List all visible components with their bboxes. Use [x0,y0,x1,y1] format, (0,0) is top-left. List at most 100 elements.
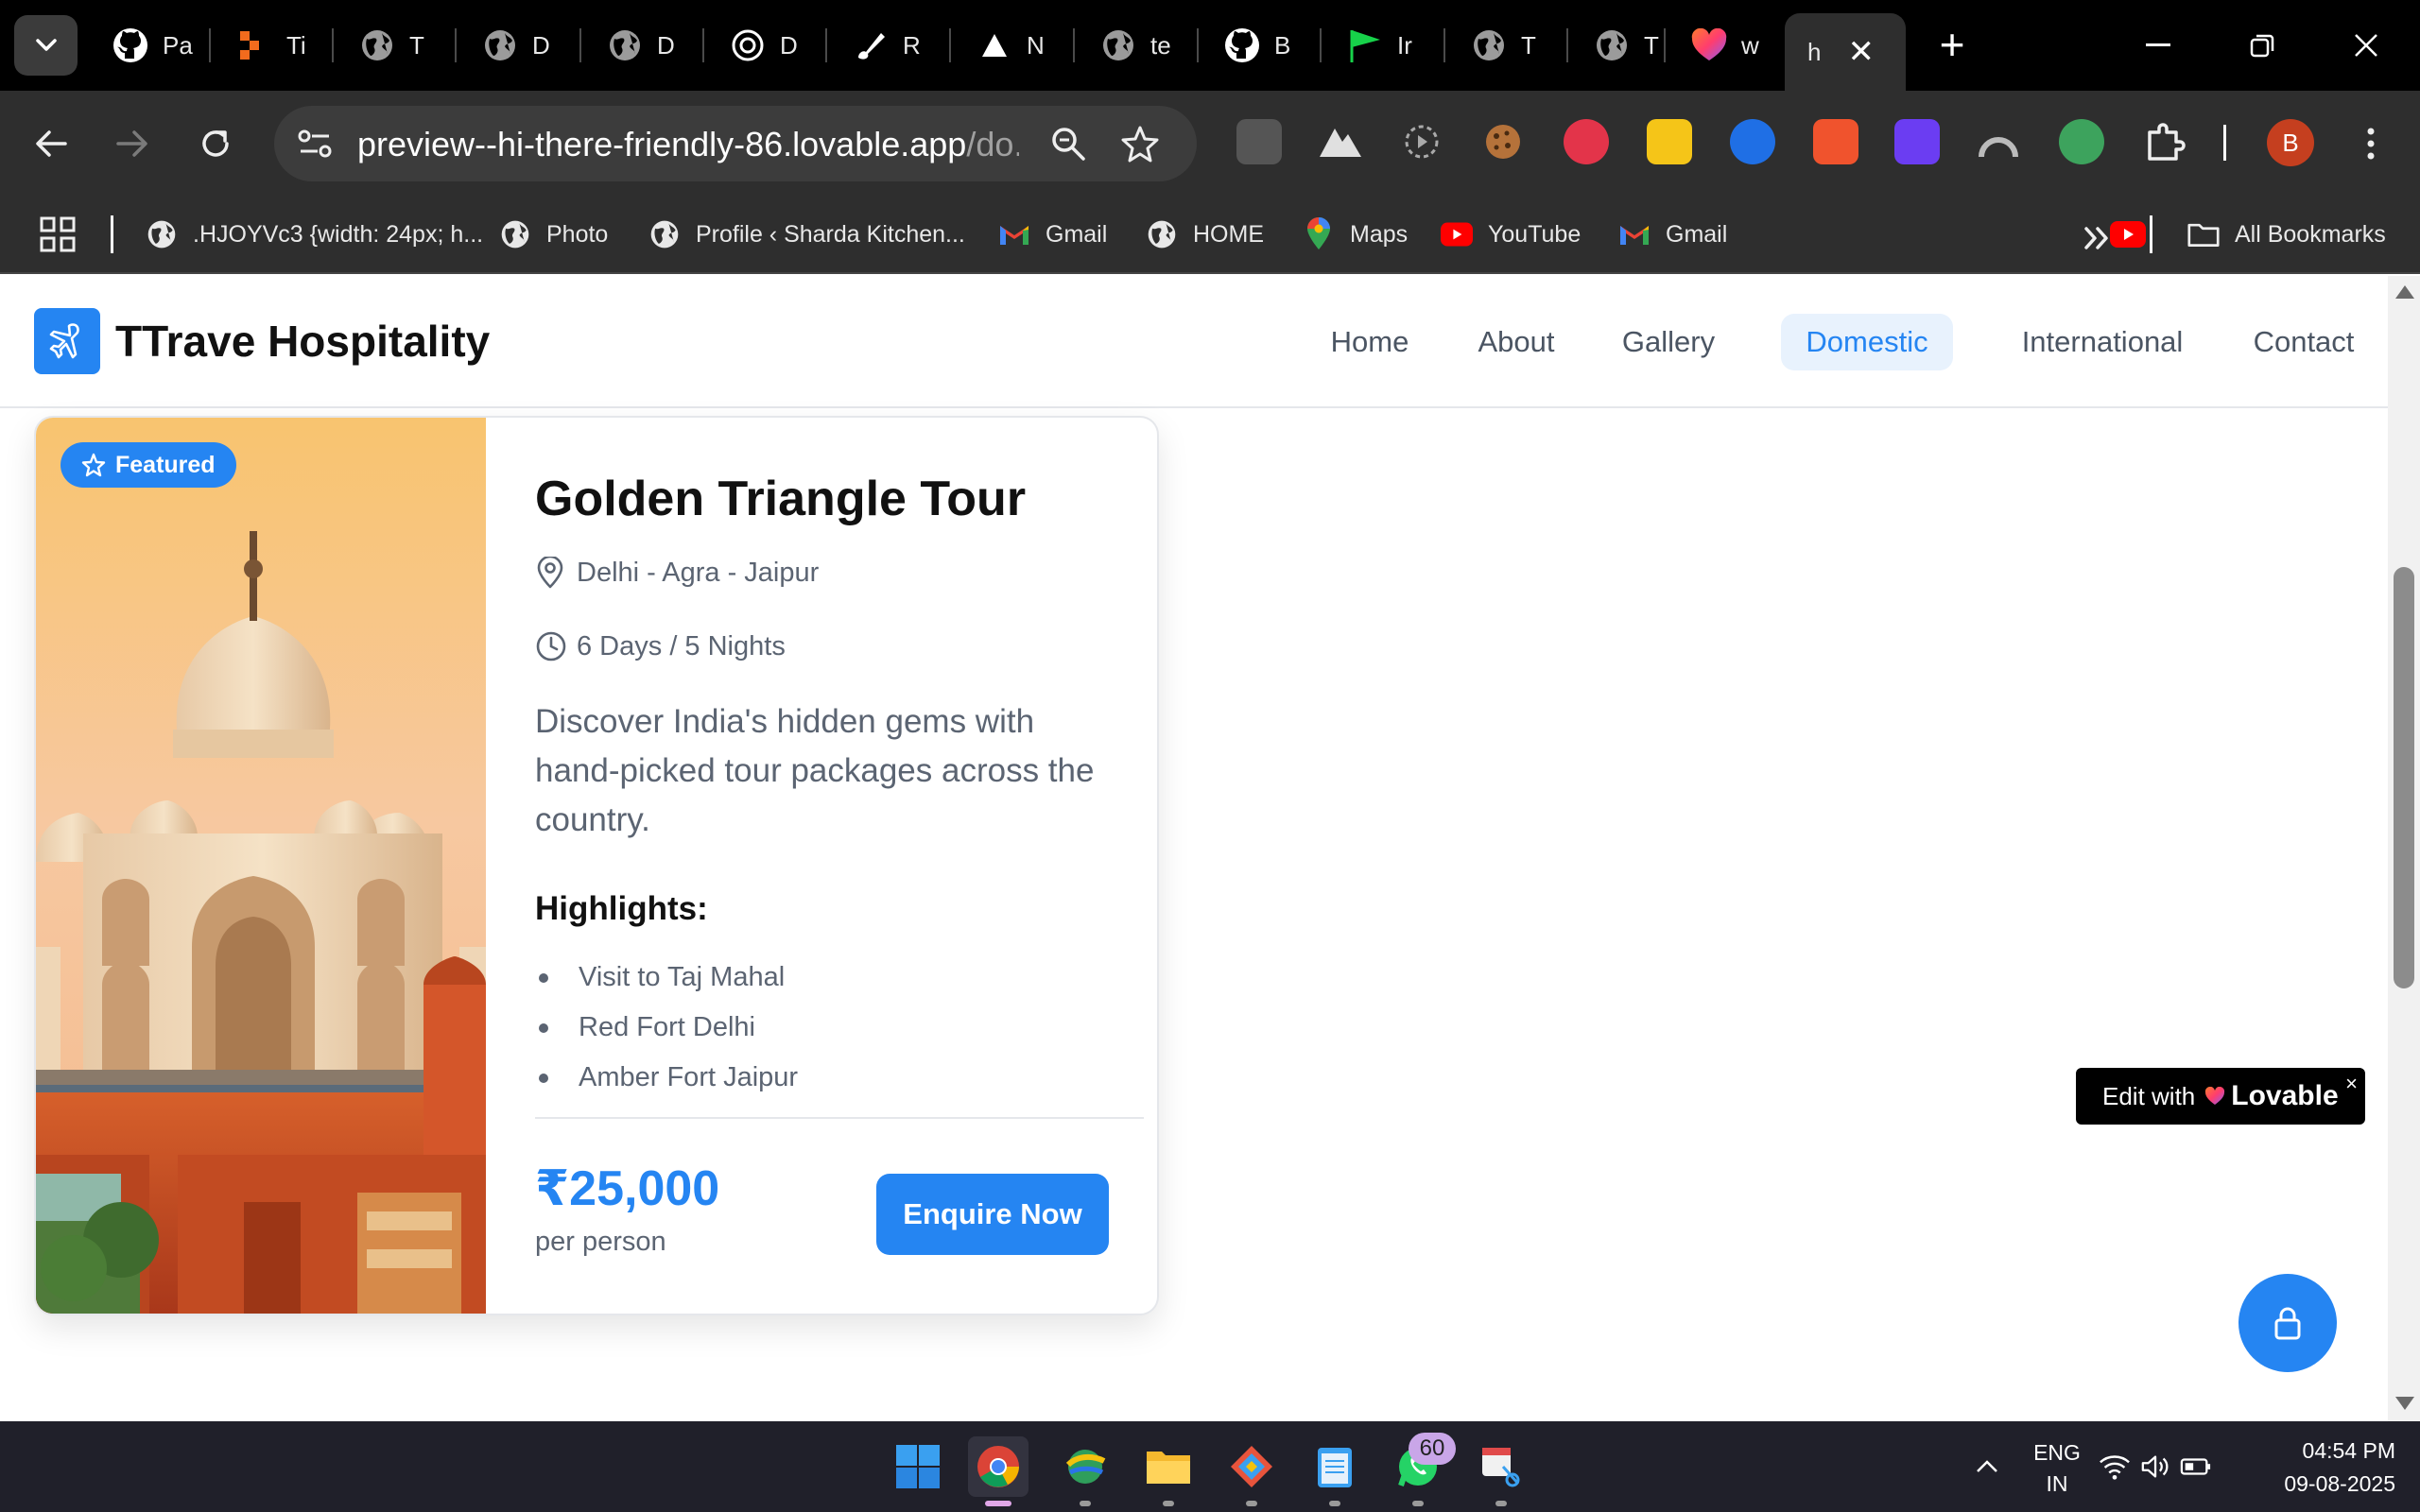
scroll-up-arrow-icon[interactable] [2395,285,2414,299]
folder-icon [1147,1452,1190,1484]
tab[interactable]: Ir [1329,15,1431,76]
nav-contact[interactable]: Contact [2233,314,2375,370]
nav-gallery[interactable]: Gallery [1607,314,1730,370]
close-window-button[interactable] [2333,19,2399,72]
page-scrollbar[interactable] [2388,276,2420,1421]
tab[interactable]: te [1082,15,1184,76]
snipping-tool-taskbar-button[interactable] [1471,1436,1531,1497]
file-explorer-taskbar-button[interactable] [1138,1436,1199,1497]
site-logo[interactable] [34,308,100,374]
lock-icon [2274,1307,2301,1340]
globe-icon [1593,26,1631,64]
tab-title: Ti [286,30,306,60]
video-speed-extension-icon[interactable] [1236,119,1282,164]
restore-button[interactable] [2229,19,2295,72]
show-hidden-icons-button[interactable] [1957,1436,2017,1497]
chrome-taskbar-button[interactable] [968,1436,1028,1497]
bookmark-item[interactable]: Photo [499,212,608,257]
browser-menu-button[interactable] [2344,117,2397,170]
arc-extension-icon[interactable] [1976,119,2021,164]
code-extension-icon[interactable] [1647,119,1692,164]
bookmark-item[interactable]: Gmail [1618,212,1727,257]
bookmark-item[interactable]: .HJOYVc3 {width: 24px; h... [146,212,483,257]
profile-avatar[interactable]: B [2267,119,2314,166]
git-app-taskbar-button[interactable] [1221,1436,1282,1497]
red-extension-icon[interactable] [1564,119,1609,164]
tab-title: N [1027,30,1045,60]
record-extension-icon[interactable] [1399,119,1444,164]
nav-home[interactable]: Home [1308,314,1431,370]
all-bookmarks-label: All Bookmarks [2235,220,2386,248]
tab-separator [1566,28,1568,62]
tab-search-button[interactable] [14,15,78,76]
tab-title: D [532,30,550,60]
highlight-text: Visit to Taj Mahal [579,962,786,992]
start-button[interactable] [888,1436,948,1497]
mountain-extension-icon[interactable] [1318,119,1363,164]
earth-app-taskbar-button[interactable] [1055,1436,1115,1497]
language-indicator[interactable]: ENG IN [2031,1440,2083,1497]
price-unit: per person [535,1227,666,1257]
tab[interactable]: T [341,15,443,76]
lock-fab-button[interactable] [2238,1274,2337,1372]
globe-icon [358,26,396,64]
tab[interactable]: D [589,15,691,76]
tab-separator [332,28,334,62]
apps-button[interactable] [40,212,76,257]
site-brand[interactable]: TTrave Hospitality [115,316,490,367]
extensions-puzzle-icon[interactable] [2142,119,2187,164]
nav-international[interactable]: International [1998,314,2206,370]
new-tab-button[interactable]: + [1928,20,1976,69]
bookmark-item[interactable]: Profile ‹ Sharda Kitchen... [648,212,965,257]
chevrons-right-icon[interactable] [2083,215,2110,261]
close-tab-icon[interactable]: ✕ [1847,33,1875,71]
nav-domestic[interactable]: Domestic [1781,314,1953,370]
scrollbar-thumb[interactable] [2394,567,2414,988]
flag-extension-icon[interactable] [1813,119,1858,164]
address-bar[interactable]: preview--hi-there-friendly-86.lovable.ap… [274,106,1197,181]
bookmark-item[interactable]: HOME [1146,212,1264,257]
tab[interactable]: D [712,15,814,76]
gear-extension-icon[interactable] [1894,119,1940,164]
tab[interactable]: T [1453,15,1555,76]
scroll-down-arrow-icon[interactable] [2395,1397,2414,1410]
openai-icon [729,26,767,64]
site-settings-icon[interactable] [297,127,333,161]
notepad-taskbar-button[interactable] [1305,1436,1365,1497]
tab[interactable]: B [1206,15,1308,76]
tab[interactable]: w [1673,15,1775,76]
tab[interactable]: N [959,15,1061,76]
tab[interactable]: D [464,15,566,76]
tab-title: D [780,30,798,60]
featured-badge: Featured [60,442,236,488]
tab[interactable]: Ti [218,15,320,76]
docs-extension-icon[interactable] [1730,119,1775,164]
bookmark-item[interactable]: Gmail [998,212,1107,257]
edit-with-lovable-badge[interactable]: Edit with Lovable × [2076,1068,2365,1125]
network-volume-battery-button[interactable] [2099,1436,2212,1497]
bookmark-star-icon[interactable] [1121,125,1159,163]
lovable-brand: Lovable [2204,1080,2339,1112]
forward-button[interactable] [106,117,159,170]
tab[interactable]: R [835,15,937,76]
clock[interactable]: 04:54 PM 09-08-2025 [2254,1438,2395,1497]
youtube-bookmark-icon-only[interactable] [2110,212,2146,257]
reload-button[interactable] [189,117,242,170]
all-bookmarks-button[interactable]: All Bookmarks [2187,212,2386,257]
tab-active[interactable]: h ✕ [1785,13,1906,91]
cookie-extension-icon[interactable] [1480,119,1526,164]
nav-about[interactable]: About [1450,314,1582,370]
close-lovable-badge-icon[interactable]: × [2345,1072,2358,1096]
windows-logo-icon [896,1445,940,1488]
restore-icon [2250,34,2274,58]
bookmark-item[interactable]: Maps [1303,212,1408,257]
map-pin-icon [535,557,567,589]
earth-extension-icon[interactable] [2059,119,2104,164]
back-button[interactable] [25,117,78,170]
tab[interactable]: Pa [95,15,197,76]
tab[interactable]: T [1576,15,1678,76]
minimize-button[interactable] [2125,19,2191,72]
zoom-icon[interactable] [1049,125,1087,163]
bookmark-item[interactable]: YouTube [1441,212,1581,257]
enquire-now-button[interactable]: Enquire Now [876,1174,1109,1255]
